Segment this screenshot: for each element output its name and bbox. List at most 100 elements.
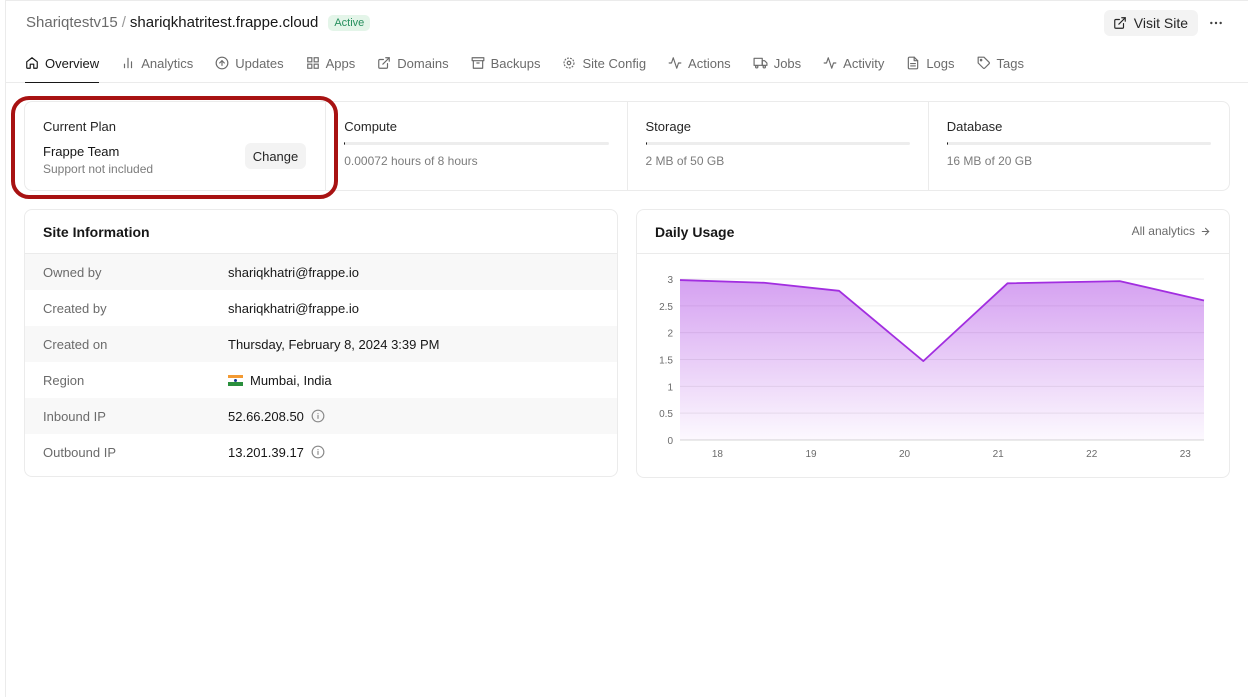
outbound-ip-value: 13.201.39.17	[228, 444, 304, 460]
compute-usage: 0.00072 hours of 8 hours	[344, 154, 478, 168]
tab-domains[interactable]: Domains	[377, 44, 449, 82]
y-tick-label: 1.5	[659, 356, 673, 367]
info-label: Owned by	[43, 264, 102, 280]
site-information-title: Site Information	[25, 210, 617, 254]
all-analytics-label: All analytics	[1131, 224, 1195, 238]
tab-site-config[interactable]: Site Config	[562, 44, 646, 82]
tab-label: Logs	[926, 55, 955, 71]
info-row-owned-by: Owned by shariqkhatri@frappe.io	[25, 254, 617, 290]
compute-title: Compute	[344, 119, 397, 134]
y-tick-label: 3	[667, 275, 673, 286]
info-label: Outbound IP	[43, 444, 116, 460]
tab-apps[interactable]: Apps	[306, 44, 355, 82]
info-row-inbound-ip: Inbound IP 52.66.208.50	[25, 398, 617, 434]
y-tick-label: 1	[667, 382, 673, 393]
storage-bar-fill	[645, 142, 647, 145]
status-badge: Active	[328, 14, 371, 31]
x-tick-label: 21	[993, 449, 1005, 460]
india-flag-icon	[228, 374, 243, 386]
tab-analytics[interactable]: Analytics	[121, 44, 193, 82]
info-icon[interactable]	[311, 409, 325, 423]
site-information-card: Site Information Owned by shariqkhatri@f…	[24, 209, 618, 477]
x-tick-label: 18	[712, 449, 724, 460]
usage-area	[680, 280, 1204, 440]
file-text-icon	[908, 56, 919, 70]
info-label: Region	[43, 372, 85, 388]
y-tick-label: 2	[667, 329, 673, 340]
tab-actions[interactable]: Actions	[668, 44, 731, 82]
daily-usage-header: Daily Usage All analytics	[637, 210, 1229, 254]
info-label: Inbound IP	[43, 408, 106, 424]
info-value: shariqkhatri@frappe.io	[228, 301, 359, 316]
tab-backups[interactable]: Backups	[471, 44, 541, 82]
breadcrumb-separator: /	[121, 14, 126, 31]
external-link-icon	[378, 57, 391, 69]
info-row-created-by: Created by shariqkhatri@frappe.io	[25, 290, 617, 326]
database-bar-fill	[946, 142, 948, 145]
tab-label: Updates	[235, 55, 284, 71]
tab-tags[interactable]: Tags	[977, 44, 1024, 82]
tab-activity[interactable]: Activity	[823, 44, 884, 82]
y-tick-label: 0	[667, 436, 673, 447]
database-usage: 16 MB of 20 GB	[946, 154, 1033, 168]
database-card: Database 16 MB of 20 GB	[929, 102, 1229, 190]
tab-label: Backups	[490, 55, 541, 71]
all-analytics-link[interactable]: All analytics	[1132, 224, 1211, 238]
change-plan-button[interactable]: Change	[244, 143, 307, 169]
tab-overview[interactable]: Overview	[25, 44, 100, 83]
visit-site-button[interactable]: Visit Site	[1103, 10, 1198, 36]
external-link-icon	[1113, 17, 1126, 29]
tab-label: Site Config	[582, 55, 647, 71]
info-value: Thursday, February 8, 2024 3:39 PM	[228, 337, 439, 352]
tab-updates[interactable]: Updates	[215, 44, 284, 82]
database-title: Database	[946, 119, 1003, 134]
breadcrumb-parent[interactable]: Shariqtestv15	[26, 14, 118, 31]
info-value: shariqkhatri@frappe.io	[228, 265, 359, 280]
region-value: Mumbai, India	[250, 372, 332, 388]
compute-bar	[344, 142, 609, 145]
x-tick-label: 22	[1086, 449, 1098, 460]
info-label: Created on	[43, 336, 108, 352]
truck-icon	[753, 57, 768, 69]
page-header: Shariqtestv15 / shariqkhatritest.frappe.…	[6, 1, 1248, 44]
storage-title: Storage	[645, 119, 692, 134]
activity-icon	[668, 57, 682, 69]
daily-usage-chart: 0 0.5 1 1.5 2 2.5 3 18 19 20 21 22 23	[659, 275, 1205, 460]
more-horizontal-icon	[1210, 21, 1222, 25]
more-options-button[interactable]	[1206, 13, 1226, 33]
grid-icon	[306, 57, 319, 69]
tab-label: Overview	[45, 55, 100, 71]
created-by-value: shariqkhatri@frappe.io	[228, 300, 359, 316]
tab-label: Actions	[688, 55, 731, 71]
tab-label: Jobs	[773, 55, 802, 71]
info-row-region: Region Mumbai, India	[25, 362, 617, 398]
tab-label: Analytics	[141, 55, 194, 71]
info-icon[interactable]	[311, 445, 325, 459]
info-value: 13.201.39.17	[228, 445, 325, 460]
home-icon	[26, 57, 38, 69]
x-tick-label: 19	[805, 449, 817, 460]
tab-jobs[interactable]: Jobs	[753, 44, 801, 82]
x-tick-label: 23	[1180, 449, 1192, 460]
tab-bar: Overview Analytics Updates Apps Domains …	[6, 44, 1248, 83]
tab-label: Activity	[843, 55, 885, 71]
plan-summary: Current Plan Frappe Team Support not inc…	[24, 101, 1230, 191]
tag-icon	[977, 56, 990, 69]
y-tick-label: 0.5	[659, 409, 673, 420]
info-value: 52.66.208.50	[228, 409, 325, 424]
created-on-value: Thursday, February 8, 2024 3:39 PM	[228, 336, 440, 352]
y-tick-label: 2.5	[659, 302, 673, 313]
inbound-ip-value: 52.66.208.50	[228, 408, 304, 424]
storage-usage: 2 MB of 50 GB	[645, 154, 725, 168]
compute-bar-fill	[344, 142, 346, 145]
info-value: Mumbai, India	[228, 373, 332, 388]
site-information-rows: Owned by shariqkhatri@frappe.io Created …	[25, 254, 617, 470]
breadcrumb-current: shariqkhatritest.frappe.cloud	[129, 14, 319, 31]
storage-bar	[645, 142, 910, 145]
tab-logs[interactable]: Logs	[906, 44, 955, 82]
database-bar	[946, 142, 1211, 145]
compute-card: Compute 0.00072 hours of 8 hours	[326, 102, 628, 190]
current-plan-title: Current Plan	[43, 119, 116, 134]
tab-label: Tags	[996, 55, 1024, 71]
daily-usage-title: Daily Usage	[655, 223, 735, 240]
